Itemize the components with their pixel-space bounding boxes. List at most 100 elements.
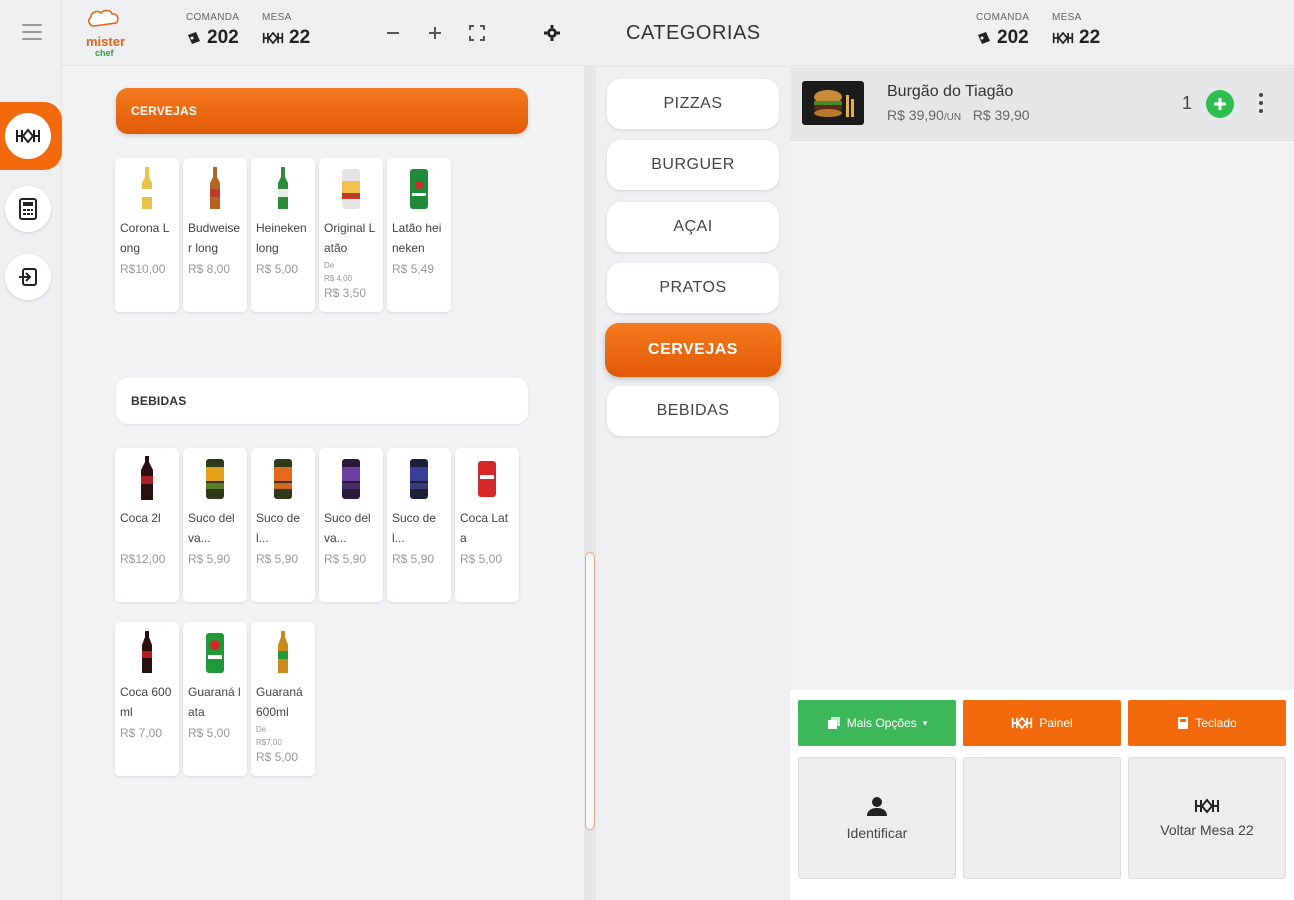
comanda-number: 202 xyxy=(997,27,1029,48)
can-icon xyxy=(256,454,310,504)
scrollbar-thumb[interactable] xyxy=(585,552,595,830)
order-panel: COMANDA 202 MESA 22 Burgão do Tiagão R$ … xyxy=(790,0,1294,900)
ticket-icon xyxy=(978,32,990,44)
can-icon xyxy=(188,454,242,504)
order-header: COMANDA 202 MESA 22 xyxy=(790,0,1294,66)
keypad-button[interactable]: Teclado xyxy=(1128,700,1286,746)
category-acai[interactable]: AÇAI xyxy=(607,202,779,252)
product-card[interactable]: Coca Lata R$ 5,00 xyxy=(455,448,519,602)
table-icon xyxy=(1012,716,1033,730)
product-card[interactable]: Suco del... R$ 5,90 xyxy=(251,448,315,602)
table-icon xyxy=(262,31,284,45)
mesa-label: MESA xyxy=(262,12,292,23)
product-name: Coca 600ml xyxy=(120,685,172,719)
comanda-block: COMANDA 202 xyxy=(186,12,239,49)
comanda-block: COMANDA 202 xyxy=(976,12,1029,49)
product-name: Heineken long xyxy=(256,221,307,255)
table-icon xyxy=(1052,31,1074,45)
panel-button[interactable]: Painel xyxy=(963,700,1121,746)
product-price: R$ 5,90 xyxy=(256,552,299,566)
product-card[interactable]: Latão heineken R$ 5,49 xyxy=(387,158,451,312)
zoom-in-icon[interactable] xyxy=(424,22,446,44)
product-card[interactable]: Suco del va... R$ 5,90 xyxy=(319,448,383,602)
product-price: R$12,00 xyxy=(120,552,166,566)
item-total: R$ 39,90 xyxy=(972,107,1030,123)
product-price: R$ 5,90 xyxy=(188,552,231,566)
product-card[interactable]: Guaraná lata R$ 5,00 xyxy=(183,622,247,776)
settings-gear-icon[interactable] xyxy=(541,22,563,44)
price-from-label: De xyxy=(256,725,267,734)
product-name: Suco del va... xyxy=(188,511,235,545)
mesa-number: 22 xyxy=(289,27,311,48)
category-cervejas[interactable]: CERVEJAS xyxy=(605,323,781,377)
menu-icon[interactable] xyxy=(22,24,42,42)
table-icon xyxy=(5,113,51,159)
category-pratos[interactable]: PRATOS xyxy=(607,263,779,313)
add-quantity-button[interactable] xyxy=(1206,90,1234,118)
more-options-icon[interactable] xyxy=(1258,93,1264,113)
order-item-row[interactable]: Burgão do Tiagão R$ 39,90/UN R$ 39,90 1 xyxy=(790,67,1294,141)
bottle-icon xyxy=(120,628,174,678)
unit-price: R$ 39,90 xyxy=(887,107,944,123)
order-item-name: Burgão do Tiagão xyxy=(887,83,1014,100)
left-rail xyxy=(0,0,62,900)
product-price: R$ 5,00 xyxy=(460,552,503,566)
back-to-table-button[interactable]: Voltar Mesa 22 xyxy=(1128,757,1286,879)
can-icon xyxy=(392,164,446,214)
section-header-bebidas[interactable]: BEBIDAS xyxy=(116,378,528,424)
product-price: R$ 3,50 xyxy=(324,286,367,300)
rail-item-tables-active[interactable] xyxy=(0,102,62,170)
product-price: R$ 8,00 xyxy=(188,262,231,276)
svg-text:chef: chef xyxy=(95,48,115,58)
product-price: R$ 5,49 xyxy=(392,262,435,276)
product-card[interactable]: Guaraná 600ml De R$7,00 R$ 5,00 xyxy=(251,622,315,776)
keypad-label: Teclado xyxy=(1195,716,1237,730)
product-price: R$ 5,00 xyxy=(256,750,299,764)
mesa-number: 22 xyxy=(1079,27,1101,48)
product-card[interactable]: Suco del... R$ 5,90 xyxy=(387,448,451,602)
empty-tile[interactable] xyxy=(963,757,1121,879)
product-card[interactable]: Coca 600ml R$ 7,00 xyxy=(115,622,179,776)
ticket-icon xyxy=(188,32,200,44)
product-card[interactable]: Budweiser long R$ 8,00 xyxy=(183,158,247,312)
more-options-button[interactable]: Mais Opções ▾ xyxy=(798,700,956,746)
caret-down-icon: ▾ xyxy=(922,717,928,728)
mister-chef-logo: mister chef xyxy=(80,6,130,58)
product-grid-bebidas-row1: Coca 2l R$12,00 Suco del va... R$ 5,90 S… xyxy=(115,448,519,602)
top-bar: mister chef COMANDA 202 MESA 22 xyxy=(62,0,596,66)
table-icon xyxy=(1195,798,1219,814)
category-pizzas[interactable]: PIZZAS xyxy=(607,79,779,129)
can-icon xyxy=(188,628,242,678)
product-price: R$ 5,90 xyxy=(392,552,435,566)
identify-button[interactable]: Identificar xyxy=(798,757,956,879)
product-card[interactable]: Original Latão De R$ 4,00 R$ 3,50 xyxy=(319,158,383,312)
unit-suffix: /UN xyxy=(943,112,962,123)
product-grid-cervejas: Corona Long R$10,00 Budweiser long R$ 8,… xyxy=(115,158,451,312)
comanda-label: COMANDA xyxy=(976,12,1030,23)
calculator-icon[interactable] xyxy=(5,186,51,232)
fullscreen-icon[interactable] xyxy=(466,22,488,44)
burger-image xyxy=(802,81,864,125)
mesa-block: MESA 22 xyxy=(262,12,310,49)
category-bebidas[interactable]: BEBIDAS xyxy=(607,386,779,436)
logout-icon[interactable] xyxy=(5,254,51,300)
product-price: R$ 5,00 xyxy=(256,262,299,276)
panel-label: Painel xyxy=(1039,716,1073,730)
bottle-icon xyxy=(120,164,174,214)
product-card[interactable]: Corona Long R$10,00 xyxy=(115,158,179,312)
svg-text:mister: mister xyxy=(86,34,125,49)
bottle-icon xyxy=(256,164,310,214)
product-card[interactable]: Heineken long R$ 5,00 xyxy=(251,158,315,312)
product-card[interactable]: Coca 2l R$12,00 xyxy=(115,448,179,602)
product-name: Suco del... xyxy=(392,511,437,545)
product-card[interactable]: Suco del va... R$ 5,90 xyxy=(183,448,247,602)
comanda-number: 202 xyxy=(207,27,239,48)
section-header-cervejas[interactable]: CERVEJAS xyxy=(116,88,528,134)
product-name: Guaraná 600ml xyxy=(256,685,303,719)
product-name: Suco del... xyxy=(256,511,301,545)
product-name: Guaraná lata xyxy=(188,685,241,719)
category-burguer[interactable]: BURGUER xyxy=(607,140,779,190)
zoom-out-icon[interactable] xyxy=(382,22,404,44)
product-price: R$ 5,90 xyxy=(324,552,367,566)
product-name: Latão heineken xyxy=(392,221,442,255)
